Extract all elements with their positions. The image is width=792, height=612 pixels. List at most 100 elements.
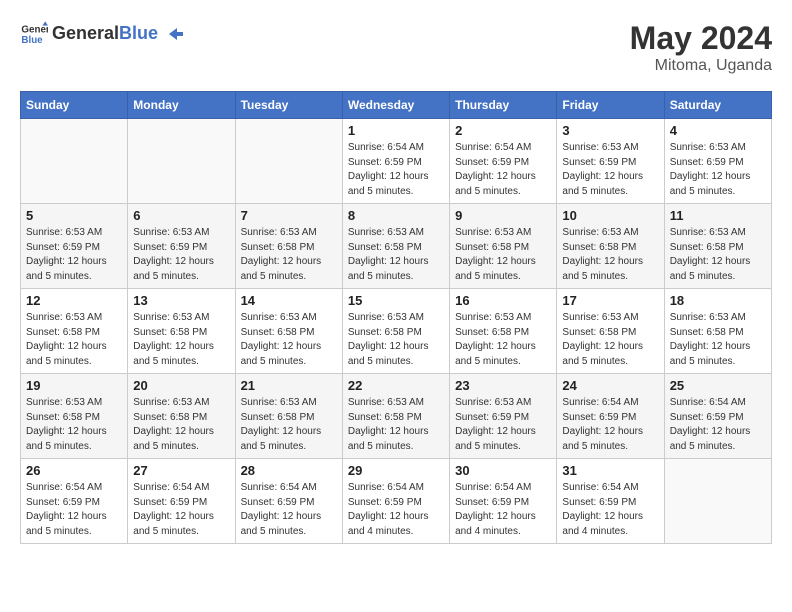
- calendar-week-row: 12Sunrise: 6:53 AM Sunset: 6:58 PM Dayli…: [21, 289, 772, 374]
- day-number: 20: [133, 378, 229, 393]
- day-number: 23: [455, 378, 551, 393]
- calendar-week-row: 5Sunrise: 6:53 AM Sunset: 6:59 PM Daylig…: [21, 204, 772, 289]
- calendar-cell: 19Sunrise: 6:53 AM Sunset: 6:58 PM Dayli…: [21, 374, 128, 459]
- calendar-cell: 18 Sunrise: 6:53 AM Sunset: 6:58 PM Dayli…: [664, 289, 771, 374]
- day-info: Sunrise: 6:53 AM Sunset: 6:58 PM Dayligh…: [455, 311, 551, 369]
- day-number: 2: [455, 123, 551, 138]
- logo-general: General: [52, 23, 119, 43]
- day-number: 26: [26, 463, 122, 478]
- page-header: General Blue GeneralBlue May 2024 Mitoma…: [20, 20, 772, 75]
- day-info: Sunrise: 6:53 AM Sunset: 6:58 PM Dayligh…: [241, 396, 337, 454]
- day-info: Sunrise: 6:53 AM Sunset: 6:58 PM Dayligh…: [348, 396, 444, 454]
- day-number: 16: [455, 293, 551, 308]
- calendar-week-row: 1 Sunrise: 6:54 AM Sunset: 6:59 PM Daylig…: [21, 119, 772, 204]
- day-info: Sunrise: 6:53 AM Sunset: 6:58 PM Dayligh…: [241, 226, 337, 284]
- calendar-header-row: SundayMondayTuesdayWednesdayThursdayFrid…: [21, 92, 772, 119]
- calendar-cell: [235, 119, 342, 204]
- calendar-cell: 13 Sunrise: 6:53 AM Sunset: 6:58 PM Dayli…: [128, 289, 235, 374]
- calendar-cell: 26 Sunrise: 6:54 AM Sunset: 6:59 PM Dayli…: [21, 459, 128, 544]
- calendar-cell: [664, 459, 771, 544]
- calendar-cell: 17Sunrise: 6:53 AM Sunset: 6:58 PM Dayli…: [557, 289, 664, 374]
- svg-text:General: General: [21, 25, 48, 36]
- day-info: Sunrise: 6:53 AM Sunset: 6:58 PM Dayligh…: [670, 226, 766, 284]
- day-info: Sunrise: 6:54 AM Sunset: 6:59 PM Dayligh…: [455, 481, 551, 539]
- calendar-cell: 21 Sunrise: 6:53 AM Sunset: 6:58 PM Dayli…: [235, 374, 342, 459]
- day-number: 15: [348, 293, 444, 308]
- logo-blue: Blue: [119, 23, 158, 43]
- calendar-cell: 8Sunrise: 6:53 AM Sunset: 6:58 PM Daylig…: [342, 204, 449, 289]
- day-info: Sunrise: 6:54 AM Sunset: 6:59 PM Dayligh…: [348, 141, 444, 199]
- day-number: 5: [26, 208, 122, 223]
- calendar-cell: 25 Sunrise: 6:54 AM Sunset: 6:59 PM Dayli…: [664, 374, 771, 459]
- day-number: 3: [562, 123, 658, 138]
- day-number: 21: [241, 378, 337, 393]
- calendar-cell: 1 Sunrise: 6:54 AM Sunset: 6:59 PM Daylig…: [342, 119, 449, 204]
- day-info: Sunrise: 6:54 AM Sunset: 6:59 PM Dayligh…: [562, 481, 658, 539]
- day-info: Sunrise: 6:53 AM Sunset: 6:58 PM Dayligh…: [133, 311, 229, 369]
- day-info: Sunrise: 6:53 AM Sunset: 6:59 PM Dayligh…: [670, 141, 766, 199]
- location-subtitle: Mitoma, Uganda: [630, 57, 772, 75]
- day-info: Sunrise: 6:53 AM Sunset: 6:58 PM Dayligh…: [241, 311, 337, 369]
- logo-icon: General Blue: [20, 20, 48, 48]
- day-number: 22: [348, 378, 444, 393]
- logo-arrow-icon: [165, 24, 185, 44]
- calendar-cell: 16 Sunrise: 6:53 AM Sunset: 6:58 PM Dayli…: [450, 289, 557, 374]
- day-number: 11: [670, 208, 766, 223]
- day-info: Sunrise: 6:53 AM Sunset: 6:58 PM Dayligh…: [455, 226, 551, 284]
- col-header-monday: Monday: [128, 92, 235, 119]
- col-header-saturday: Saturday: [664, 92, 771, 119]
- calendar-cell: 28 Sunrise: 6:54 AM Sunset: 6:59 PM Dayli…: [235, 459, 342, 544]
- day-info: Sunrise: 6:53 AM Sunset: 6:58 PM Dayligh…: [670, 311, 766, 369]
- month-year-title: May 2024: [630, 20, 772, 57]
- col-header-tuesday: Tuesday: [235, 92, 342, 119]
- calendar-cell: [128, 119, 235, 204]
- day-info: Sunrise: 6:54 AM Sunset: 6:59 PM Dayligh…: [133, 481, 229, 539]
- day-info: Sunrise: 6:53 AM Sunset: 6:58 PM Dayligh…: [348, 226, 444, 284]
- calendar-cell: 23 Sunrise: 6:53 AM Sunset: 6:59 PM Dayli…: [450, 374, 557, 459]
- calendar-cell: 29Sunrise: 6:54 AM Sunset: 6:59 PM Dayli…: [342, 459, 449, 544]
- calendar-cell: 12Sunrise: 6:53 AM Sunset: 6:58 PM Dayli…: [21, 289, 128, 374]
- day-info: Sunrise: 6:53 AM Sunset: 6:58 PM Dayligh…: [26, 396, 122, 454]
- day-info: Sunrise: 6:54 AM Sunset: 6:59 PM Dayligh…: [670, 396, 766, 454]
- calendar-week-row: 26 Sunrise: 6:54 AM Sunset: 6:59 PM Dayli…: [21, 459, 772, 544]
- day-number: 13: [133, 293, 229, 308]
- day-info: Sunrise: 6:54 AM Sunset: 6:59 PM Dayligh…: [241, 481, 337, 539]
- day-number: 25: [670, 378, 766, 393]
- day-number: 14: [241, 293, 337, 308]
- calendar-cell: [21, 119, 128, 204]
- calendar-cell: 20Sunrise: 6:53 AM Sunset: 6:58 PM Dayli…: [128, 374, 235, 459]
- day-number: 10: [562, 208, 658, 223]
- day-info: Sunrise: 6:53 AM Sunset: 6:59 PM Dayligh…: [455, 396, 551, 454]
- calendar-cell: 6Sunrise: 6:53 AM Sunset: 6:59 PM Daylig…: [128, 204, 235, 289]
- calendar-cell: 9 Sunrise: 6:53 AM Sunset: 6:58 PM Daylig…: [450, 204, 557, 289]
- day-number: 29: [348, 463, 444, 478]
- day-number: 28: [241, 463, 337, 478]
- svg-text:Blue: Blue: [21, 35, 43, 46]
- day-info: Sunrise: 6:53 AM Sunset: 6:59 PM Dayligh…: [562, 141, 658, 199]
- day-number: 1: [348, 123, 444, 138]
- day-info: Sunrise: 6:53 AM Sunset: 6:58 PM Dayligh…: [348, 311, 444, 369]
- col-header-thursday: Thursday: [450, 92, 557, 119]
- logo: General Blue GeneralBlue: [20, 20, 185, 48]
- calendar-cell: 14 Sunrise: 6:53 AM Sunset: 6:58 PM Dayli…: [235, 289, 342, 374]
- calendar-cell: 27Sunrise: 6:54 AM Sunset: 6:59 PM Dayli…: [128, 459, 235, 544]
- calendar-cell: 15 Sunrise: 6:53 AM Sunset: 6:58 PM Dayli…: [342, 289, 449, 374]
- col-header-friday: Friday: [557, 92, 664, 119]
- calendar-cell: 24Sunrise: 6:54 AM Sunset: 6:59 PM Dayli…: [557, 374, 664, 459]
- col-header-sunday: Sunday: [21, 92, 128, 119]
- calendar-cell: 22 Sunrise: 6:53 AM Sunset: 6:58 PM Dayli…: [342, 374, 449, 459]
- calendar-table: SundayMondayTuesdayWednesdayThursdayFrid…: [20, 91, 772, 544]
- day-number: 31: [562, 463, 658, 478]
- calendar-cell: 3 Sunrise: 6:53 AM Sunset: 6:59 PM Daylig…: [557, 119, 664, 204]
- calendar-cell: 2 Sunrise: 6:54 AM Sunset: 6:59 PM Daylig…: [450, 119, 557, 204]
- day-number: 4: [670, 123, 766, 138]
- day-number: 18: [670, 293, 766, 308]
- day-info: Sunrise: 6:54 AM Sunset: 6:59 PM Dayligh…: [455, 141, 551, 199]
- calendar-cell: 10Sunrise: 6:53 AM Sunset: 6:58 PM Dayli…: [557, 204, 664, 289]
- day-info: Sunrise: 6:54 AM Sunset: 6:59 PM Dayligh…: [26, 481, 122, 539]
- calendar-cell: 5Sunrise: 6:53 AM Sunset: 6:59 PM Daylig…: [21, 204, 128, 289]
- calendar-cell: 30Sunrise: 6:54 AM Sunset: 6:59 PM Dayli…: [450, 459, 557, 544]
- title-block: May 2024 Mitoma, Uganda: [630, 20, 772, 75]
- col-header-wednesday: Wednesday: [342, 92, 449, 119]
- day-number: 9: [455, 208, 551, 223]
